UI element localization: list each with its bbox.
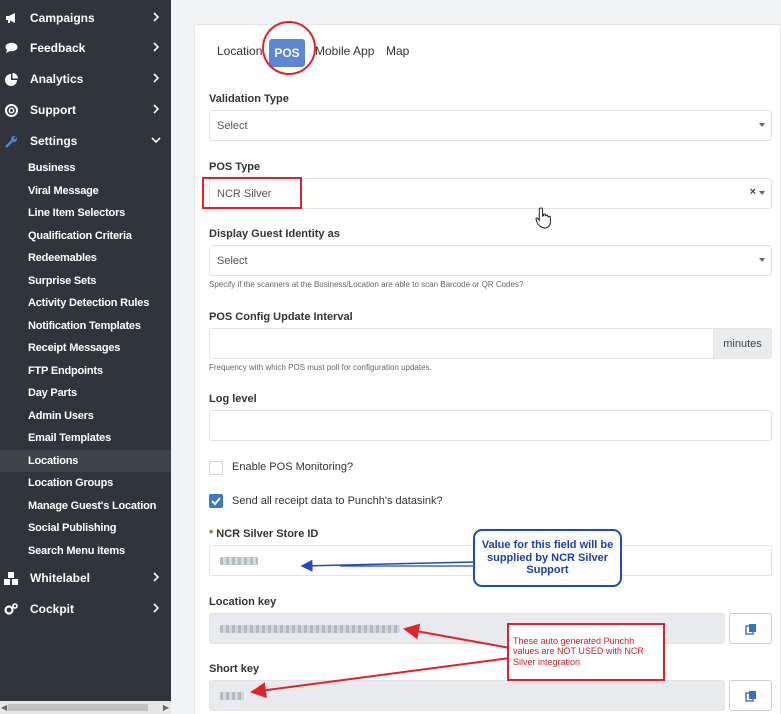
chevron-right-icon xyxy=(153,73,160,83)
settings-item-ftp-endpoints[interactable]: FTP Endpoints xyxy=(0,360,171,382)
pos-type-label: POS Type xyxy=(209,161,261,173)
settings-item-notification-templates[interactable]: Notification Templates xyxy=(0,315,171,337)
select-value: Select xyxy=(217,119,248,132)
cubes-icon xyxy=(4,571,18,585)
pos-config-interval-help: Frequency with which POS must poll for c… xyxy=(209,363,432,372)
sidebar: Campaigns Feedback Analytics Support Set… xyxy=(0,0,171,714)
settings-item-business[interactable]: Business xyxy=(0,157,171,179)
settings-item-admin-users[interactable]: Admin Users xyxy=(0,405,171,427)
clear-icon[interactable]: × xyxy=(750,186,756,198)
annotation-callout-blue: Value for this field will be supplied by… xyxy=(473,529,622,587)
cogs-icon xyxy=(4,602,18,616)
settings-item-manage-guests-location[interactable]: Manage Guest's Location xyxy=(0,495,171,517)
nav-label: Settings xyxy=(30,134,78,148)
scrollbar-thumb[interactable] xyxy=(8,704,148,711)
caret-down-icon xyxy=(759,258,765,262)
settings-item-day-parts[interactable]: Day Parts xyxy=(0,382,171,404)
chevron-right-icon xyxy=(153,42,160,52)
enable-pos-monitoring-label: Enable POS Monitoring? xyxy=(232,461,354,473)
select-value: Select xyxy=(217,254,248,267)
label-text: NCR Silver Store ID xyxy=(216,528,319,540)
settings-item-viral-message[interactable]: Viral Message xyxy=(0,180,171,202)
redacted-value xyxy=(220,692,244,700)
short-key-input[interactable] xyxy=(209,680,725,711)
annotation-circle xyxy=(262,21,316,75)
caret-down-icon xyxy=(759,123,765,127)
log-level-input[interactable] xyxy=(209,410,772,441)
send-receipt-data-label: Send all receipt data to Punchh's datasi… xyxy=(232,495,443,507)
checkmark-icon xyxy=(211,497,221,506)
scroll-right-icon[interactable]: ▶ xyxy=(163,703,169,712)
validation-type-label: Validation Type xyxy=(209,93,289,105)
caret-down-icon xyxy=(759,191,765,195)
hand-cursor-icon xyxy=(535,207,551,229)
settings-item-line-item-selectors[interactable]: Line Item Selectors xyxy=(0,202,171,224)
nav-whitelabel[interactable]: Whitelabel xyxy=(0,564,171,592)
settings-item-qualification-criteria[interactable]: Qualification Criteria xyxy=(0,225,171,247)
nav-feedback[interactable]: Feedback xyxy=(0,34,171,62)
log-level-label: Log level xyxy=(209,393,257,405)
nav-settings[interactable]: Settings xyxy=(0,127,171,155)
nav-label: Cockpit xyxy=(30,602,75,616)
display-guest-identity-help: Specify if the scanners at the Business/… xyxy=(209,280,524,289)
ncr-store-id-label: * NCR Silver Store ID xyxy=(209,528,318,540)
pos-config-interval-input[interactable]: minutes xyxy=(209,328,772,359)
wrench-icon xyxy=(4,134,18,148)
nav-label: Whitelabel xyxy=(30,571,91,585)
redacted-value xyxy=(220,625,400,633)
megaphone-icon xyxy=(4,11,18,25)
display-guest-identity-select[interactable]: Select xyxy=(209,245,772,276)
settings-item-surprise-sets[interactable]: Surprise Sets xyxy=(0,270,171,292)
copy-icon xyxy=(744,623,756,635)
nav-analytics[interactable]: Analytics xyxy=(0,65,171,93)
location-key-label: Location key xyxy=(209,596,277,608)
enable-pos-monitoring-checkbox[interactable] xyxy=(209,461,223,475)
copy-short-key-button[interactable] xyxy=(729,680,772,711)
chevron-down-icon xyxy=(151,137,161,144)
nav-support[interactable]: Support xyxy=(0,96,171,124)
settings-item-search-menu-items[interactable]: Search Menu Items xyxy=(0,540,171,562)
nav-campaigns[interactable]: Campaigns xyxy=(0,4,171,32)
scroll-left-icon[interactable]: ◀ xyxy=(1,703,7,712)
tab-map[interactable]: Map xyxy=(386,44,409,58)
nav-label: Analytics xyxy=(30,72,84,86)
comment-icon xyxy=(4,41,18,55)
annotation-callout-red: These auto generated Punchh values are N… xyxy=(507,623,665,681)
settings-item-location-groups[interactable]: Location Groups xyxy=(0,472,171,494)
tab-location[interactable]: Location xyxy=(217,44,262,58)
settings-item-social-publishing[interactable]: Social Publishing xyxy=(0,517,171,539)
send-receipt-data-checkbox[interactable] xyxy=(209,494,223,508)
nav-label: Feedback xyxy=(30,41,86,55)
horizontal-scrollbar[interactable]: ◀ ▶ xyxy=(0,701,171,714)
validation-type-select[interactable]: Select xyxy=(209,110,772,141)
settings-item-locations[interactable]: Locations xyxy=(0,450,171,472)
settings-item-receipt-messages[interactable]: Receipt Messages xyxy=(0,337,171,359)
copy-icon xyxy=(744,690,756,702)
chevron-right-icon xyxy=(153,572,160,582)
chevron-right-icon xyxy=(153,603,160,613)
copy-location-key-button[interactable] xyxy=(729,613,772,644)
pos-config-interval-label: POS Config Update Interval xyxy=(209,311,353,323)
life-ring-icon xyxy=(4,103,18,117)
chevron-right-icon xyxy=(153,12,160,22)
settings-item-redeemables[interactable]: Redeemables xyxy=(0,247,171,269)
required-mark: * xyxy=(209,528,214,540)
redacted-value xyxy=(220,557,258,565)
settings-item-activity-detection-rules[interactable]: Activity Detection Rules xyxy=(0,292,171,314)
pie-chart-icon xyxy=(4,72,18,86)
nav-label: Support xyxy=(30,103,76,117)
tab-mobile-app[interactable]: Mobile App xyxy=(315,44,374,58)
chevron-right-icon xyxy=(153,104,160,114)
nav-cockpit[interactable]: Cockpit xyxy=(0,595,171,623)
settings-item-email-templates[interactable]: Email Templates xyxy=(0,427,171,449)
minutes-addon: minutes xyxy=(713,329,771,358)
nav-label: Campaigns xyxy=(30,11,95,25)
short-key-label: Short key xyxy=(209,663,260,675)
annotation-box xyxy=(202,177,302,209)
display-guest-identity-label: Display Guest Identity as xyxy=(209,228,340,240)
